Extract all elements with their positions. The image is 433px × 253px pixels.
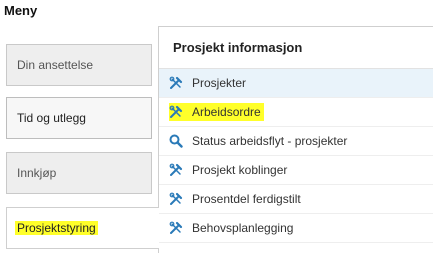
menu-item-label: Arbeidsordre [192,105,261,119]
category-innkjop[interactable]: Innkjøp [6,152,152,194]
category-label: Din ansettelse [17,58,94,72]
category-label: Tid og utlegg [17,111,86,125]
category-din-ansettelse[interactable]: Din ansettelse [6,44,152,86]
menu-item-label: Prosentdel ferdigstilt [192,192,301,206]
menu-item-prosentdel-ferdigstilt[interactable]: Prosentdel ferdigstilt [159,185,433,214]
project-tools-icon [169,76,183,89]
menu-item-prosjekter[interactable]: Prosjekter [159,69,433,98]
menu-item-label: Prosjekt koblinger [192,163,288,177]
menu-item-arbeidsordre[interactable]: Arbeidsordre [159,98,433,127]
category-list: Din ansettelse Tid og utlegg Innkjøp Pro… [0,0,159,253]
project-tools-icon [169,221,183,234]
panel-title: Prosjekt informasjon [159,27,433,69]
submenu-panel: Prosjekt informasjon Prosjekter Arbeidso… [158,26,433,253]
menu-item-label: Status arbeidsflyt - prosjekter [192,134,348,148]
menu-item-prosjekt-koblinger[interactable]: Prosjekt koblinger [159,156,433,185]
menu-item-status-arbeidsflyt[interactable]: Status arbeidsflyt - prosjekter [159,127,433,156]
category-label: Prosjektstyring [15,221,98,235]
project-tools-icon [169,105,183,118]
project-tools-icon [169,192,183,205]
project-tools-icon [169,163,183,176]
search-icon [169,134,183,148]
menu-item-label: Behovsplanlegging [192,221,294,235]
menu-item-label: Prosjekter [192,76,247,90]
menu-item-behovsplanlegging[interactable]: Behovsplanlegging [159,214,433,243]
category-prosjektstyring[interactable]: Prosjektstyring [6,207,159,249]
category-tid-og-utlegg[interactable]: Tid og utlegg [6,97,152,139]
category-label: Innkjøp [17,166,57,180]
